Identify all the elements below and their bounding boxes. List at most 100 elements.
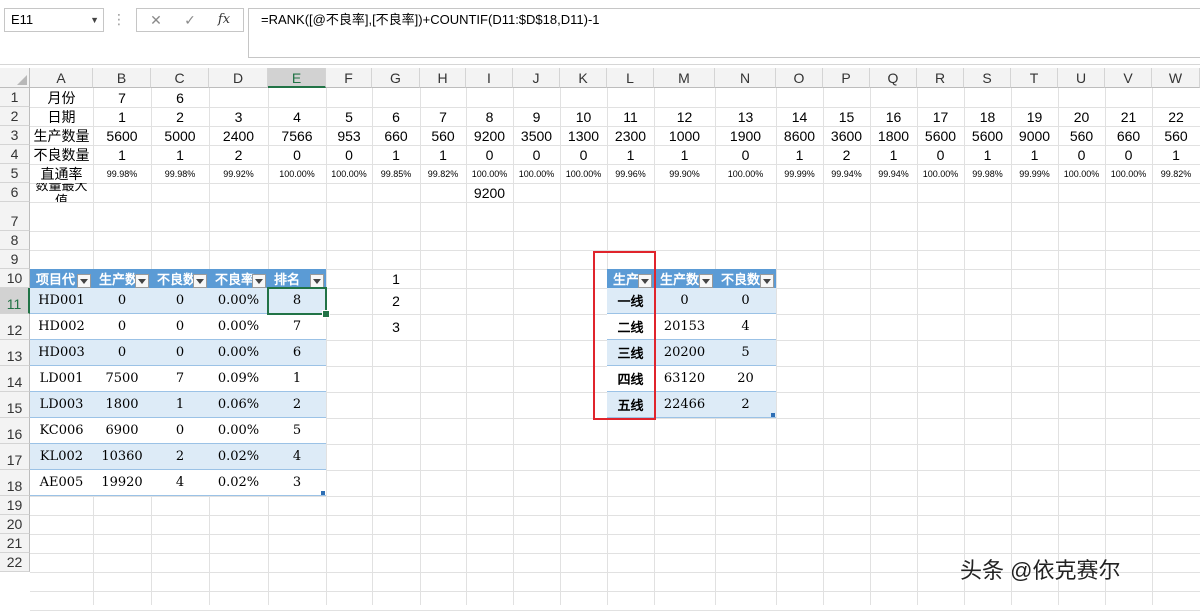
cell[interactable]: 953 [326,126,372,145]
cell[interactable]: 1900 [715,126,776,145]
table1-cell[interactable]: 0.02% [209,470,268,496]
table-resize-handle[interactable] [771,413,775,417]
row-header-19[interactable]: 19 [0,496,30,515]
cell[interactable]: 660 [372,126,420,145]
table1-cell[interactable]: 0.00% [209,314,268,340]
column-header-w[interactable]: W [1152,68,1200,88]
column-header-v[interactable]: V [1105,68,1152,88]
row-header-5[interactable]: 5 [0,164,30,183]
cell[interactable]: 0 [466,145,513,164]
table1-cell[interactable]: 6900 [93,418,151,444]
cell[interactable]: 22 [1152,107,1200,126]
cell[interactable]: 100.00% [917,164,964,183]
cell[interactable]: 5600 [917,126,964,145]
cell[interactable]: 1 [964,145,1011,164]
row-header-12[interactable]: 12 [0,314,30,340]
cell[interactable]: 99.96% [607,164,654,183]
column-header-t[interactable]: T [1011,68,1058,88]
table1-cell[interactable]: 0.02% [209,444,268,470]
row-header-11[interactable]: 11 [0,288,30,314]
cell[interactable]: 13 [715,107,776,126]
cell[interactable]: 1000 [654,126,715,145]
table2-cell[interactable]: 0 [715,288,776,314]
name-box[interactable]: E11 ▼ [4,8,104,32]
max-quantity-value[interactable]: 9200 [466,183,513,202]
cell[interactable]: 3 [209,107,268,126]
insert-function-icon[interactable]: fx [209,9,239,31]
table2-header-3[interactable]: 不良数 [715,269,776,288]
table1-cell[interactable]: 1 [268,366,326,392]
column-header-l[interactable]: L [607,68,654,88]
table2-cell[interactable]: 2 [715,392,776,418]
table1-cell[interactable]: 0 [151,288,209,314]
table1-cell[interactable]: 0.06% [209,392,268,418]
table1-cell[interactable]: 5 [268,418,326,444]
table1-cell[interactable]: 0.00% [209,340,268,366]
table1-cell[interactable]: 19920 [93,470,151,496]
table1-cell[interactable]: 1800 [93,392,151,418]
cell[interactable]: 生产数量 [30,126,93,145]
cell[interactable]: 0 [917,145,964,164]
cell[interactable]: 6 [372,107,420,126]
row-header-13[interactable]: 13 [0,340,30,366]
cell[interactable]: 5600 [93,126,151,145]
cell[interactable]: 1 [1011,145,1058,164]
cell[interactable]: 6 [151,88,209,107]
row-header-17[interactable]: 17 [0,444,30,470]
table1-cell[interactable]: AE005 [30,470,93,496]
table1-cell[interactable]: HD003 [30,340,93,366]
select-all-corner[interactable] [0,68,30,88]
table1-cell[interactable]: 0.00% [209,418,268,444]
cancel-icon[interactable]: ✕ [141,9,171,31]
cell[interactable]: 100.00% [268,164,326,183]
cell[interactable]: 21 [1105,107,1152,126]
column-header-a[interactable]: A [30,68,93,88]
cell[interactable]: 16 [870,107,917,126]
filter-dropdown-icon[interactable] [699,274,713,288]
cell[interactable]: 99.90% [654,164,715,183]
cell[interactable]: 8600 [776,126,823,145]
cell[interactable]: 10 [560,107,607,126]
cell[interactable]: 11 [607,107,654,126]
table1-header-3[interactable]: 不良数 [151,269,209,288]
column-header-e[interactable]: E [268,68,326,88]
index-number[interactable]: 1 [372,269,420,288]
row-header-14[interactable]: 14 [0,366,30,392]
cell[interactable]: 560 [1152,126,1200,145]
table2-cell[interactable]: 5 [715,340,776,366]
column-header-o[interactable]: O [776,68,823,88]
table1-cell[interactable]: 2 [151,444,209,470]
table1-cell[interactable]: 7500 [93,366,151,392]
table1-cell[interactable]: KL002 [30,444,93,470]
chevron-down-icon[interactable]: ▼ [90,9,99,31]
table-resize-handle[interactable] [321,491,325,495]
column-header-n[interactable]: N [715,68,776,88]
row-header-6[interactable]: 6 [0,183,30,202]
row-header-10[interactable]: 10 [0,269,30,288]
table2-header-2[interactable]: 生产数 [654,269,715,288]
table1-cell[interactable]: 0 [151,418,209,444]
cell[interactable]: 直通率 [30,164,93,183]
row-header-22[interactable]: 22 [0,553,30,572]
cell[interactable]: 20 [1058,107,1105,126]
cell[interactable]: 0 [268,145,326,164]
column-header-m[interactable]: M [654,68,715,88]
cell[interactable]: 100.00% [326,164,372,183]
cell[interactable]: 1 [420,145,466,164]
cell[interactable]: 14 [776,107,823,126]
cell[interactable]: 1 [870,145,917,164]
cell[interactable]: 99.92% [209,164,268,183]
index-number[interactable]: 2 [372,288,420,314]
row-header-18[interactable]: 18 [0,470,30,496]
cell[interactable]: 99.98% [93,164,151,183]
table1-cell[interactable]: 4 [151,470,209,496]
table2-cell[interactable]: 0 [654,288,715,314]
row-header-21[interactable]: 21 [0,534,30,553]
table1-cell[interactable]: 10360 [93,444,151,470]
cell[interactable]: 9200 [466,126,513,145]
row-header-8[interactable]: 8 [0,231,30,250]
cell[interactable]: 5600 [964,126,1011,145]
cell[interactable]: 1 [654,145,715,164]
row-header-2[interactable]: 2 [0,107,30,126]
table1-header-2[interactable]: 生产数 [93,269,151,288]
